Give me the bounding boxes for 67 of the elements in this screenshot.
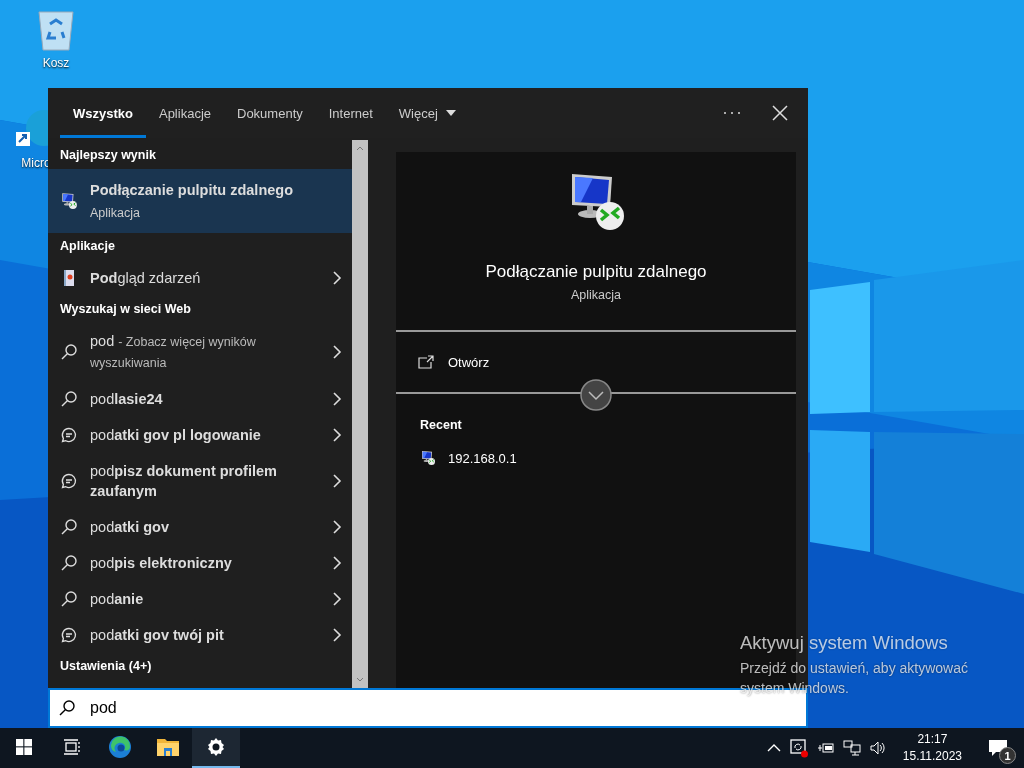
activation-title: Aktywuj system Windows <box>740 632 949 654</box>
search-result[interactable]: pod - Zobacz więcej wyników wyszukiwania <box>48 323 352 381</box>
chevron-right-icon <box>332 345 342 359</box>
search-tab[interactable]: Internet <box>315 88 386 138</box>
preview-subtitle: Aplikacja <box>571 288 621 302</box>
search-icon <box>58 699 76 717</box>
search-icon <box>60 554 78 572</box>
search-icon <box>60 390 78 408</box>
windows-start-icon <box>16 739 32 755</box>
search-tab[interactable]: Dokumenty <box>224 88 316 138</box>
search-tab[interactable]: Wszystko <box>60 88 146 138</box>
section-heading: Aplikacje <box>59 238 116 255</box>
chevron-up-icon[interactable] <box>766 743 781 753</box>
settings-icon <box>206 737 226 757</box>
search-result[interactable]: podatki gov <box>48 509 352 545</box>
volume-icon[interactable] <box>868 740 887 756</box>
scrollbar[interactable] <box>352 140 368 688</box>
chevron-right-icon <box>332 474 342 488</box>
event-viewer-icon <box>62 269 76 287</box>
search-icon <box>60 343 78 361</box>
search-icon <box>60 590 78 608</box>
clock[interactable]: 21:17 15.11.2023 <box>894 731 970 765</box>
search-tab[interactable]: Więcej <box>385 88 469 138</box>
chevron-right-icon <box>332 520 342 534</box>
sync-alert-icon[interactable] <box>788 738 809 758</box>
chat-bubble-icon <box>60 426 78 444</box>
section-heading: Najlepszy wynik <box>59 147 157 164</box>
folder-icon <box>156 737 180 757</box>
chevron-right-icon <box>332 392 342 406</box>
chevron-right-icon <box>332 556 342 570</box>
chevron-right-icon <box>332 271 342 285</box>
search-tab[interactable]: Aplikacje <box>145 88 224 138</box>
chevron-right-icon <box>332 628 342 642</box>
notifications-button[interactable]: 1 <box>978 728 1018 768</box>
search-result[interactable]: podatki gov twój pit <box>48 617 352 653</box>
scroll-down-icon[interactable] <box>356 677 364 682</box>
caret-icon <box>445 110 456 116</box>
search-result[interactable]: podpisz dokument profilem zaufanym <box>48 453 352 509</box>
recent-heading: Recent <box>420 418 462 432</box>
chevron-right-icon <box>332 428 342 442</box>
scroll-up-icon[interactable] <box>356 146 364 151</box>
search-icon <box>60 518 78 536</box>
expand-button[interactable] <box>580 379 612 411</box>
section-heading: Wyszukaj w sieci Web <box>59 301 192 318</box>
preview-title: Podłączanie pulpitu zdalnego <box>485 262 707 282</box>
task-view-icon <box>63 739 81 755</box>
more-icon <box>723 111 741 115</box>
edge-browser-icon <box>108 735 132 759</box>
recent-item[interactable]: 192.168.0.1 <box>448 450 517 466</box>
search-result[interactable]: podpis elektroniczny <box>48 545 352 581</box>
search-result[interactable]: podatki gov pl logowanie <box>48 417 352 453</box>
section-heading: Ustawienia (4+) <box>59 658 153 675</box>
search-result[interactable]: Podłączanie pulpitu zdalnego Aplikacja <box>48 169 352 233</box>
notification-count: 1 <box>999 747 1016 764</box>
recycle-bin-icon <box>36 8 76 52</box>
power-icon[interactable] <box>816 741 835 755</box>
chevron-right-icon <box>332 592 342 606</box>
remote-desktop-icon <box>420 450 436 466</box>
chat-bubble-icon <box>60 472 78 490</box>
chat-bubble-icon <box>60 626 78 644</box>
search-result[interactable]: Podgląd zdarzeń <box>48 260 352 296</box>
taskbar-button[interactable] <box>192 728 240 768</box>
open-icon <box>418 355 434 369</box>
search-result[interactable]: podanie <box>48 581 352 617</box>
search-result[interactable]: podlasie24 <box>48 381 352 417</box>
close-icon <box>772 105 788 121</box>
network-icon[interactable] <box>842 740 861 756</box>
